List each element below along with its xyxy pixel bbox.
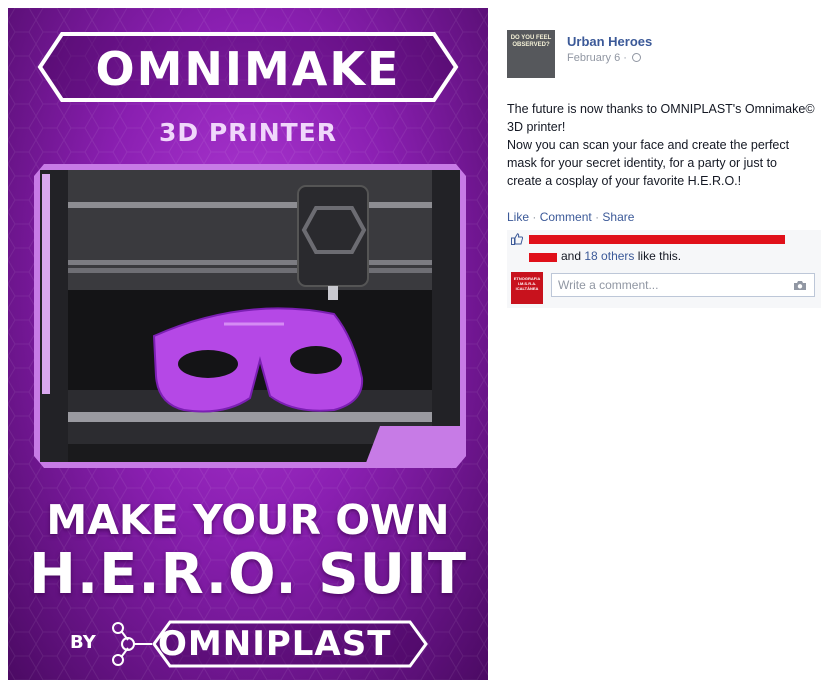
commenter-avatar-text: ETNOGRAFIA I.M.S.R.A. ICALTÀNEA — [513, 276, 541, 291]
by-label: BY — [70, 632, 96, 653]
like-thumb-icon — [511, 233, 523, 245]
post-body-line: Now you can scan your face and create th… — [507, 138, 790, 152]
share-link[interactable]: Share — [602, 210, 634, 224]
printer-illustration — [34, 164, 466, 468]
likes-comments-box: and 18 others like this. ETNOGRAFIA I.M.… — [507, 230, 821, 308]
poster-subtitle: 3D PRINTER — [158, 118, 338, 147]
page-avatar[interactable]: DO YOU FEEL OBSERVED? — [507, 30, 555, 78]
globe-icon — [631, 53, 641, 62]
comment-link[interactable]: Comment — [540, 210, 592, 224]
omniplast-logo: OMNIPLAST — [158, 624, 392, 664]
camera-icon[interactable] — [793, 280, 807, 291]
redacted-names — [529, 235, 785, 244]
omnimake-logo: OMNIMAKE — [95, 42, 401, 96]
post-date-text: February 6 · — [567, 52, 627, 64]
redacted-name — [529, 253, 557, 262]
post-actions: Like · Comment · Share — [507, 210, 634, 224]
likes-and: and — [561, 249, 582, 263]
poster-image[interactable]: OMNIMAKE 3D PRINTER MAKE YOUR OWN H.E.R.… — [8, 8, 488, 680]
post-body: The future is now thanks to OMNIPLAST's … — [507, 100, 823, 190]
post-body-line: 3D printer! — [507, 120, 566, 134]
likes-suffix: like this. — [637, 249, 682, 263]
action-separator: · — [532, 210, 537, 224]
post-date[interactable]: February 6 · — [567, 52, 641, 64]
avatar-caption: DO YOU FEEL OBSERVED? — [510, 35, 552, 48]
post-body-line: create a cosplay of your favorite H.E.R.… — [507, 174, 742, 188]
others-link[interactable]: 18 others — [584, 249, 634, 263]
comment-input[interactable] — [551, 273, 815, 297]
page-name-link[interactable]: Urban Heroes — [567, 34, 652, 49]
commenter-avatar[interactable]: ETNOGRAFIA I.M.S.R.A. ICALTÀNEA — [511, 272, 543, 304]
headline-line1: MAKE YOUR OWN — [46, 496, 450, 544]
likes-summary: and 18 others like this. — [561, 249, 681, 263]
post-body-line: The future is now thanks to OMNIPLAST's … — [507, 102, 815, 116]
headline-line2: H.E.R.O. SUIT — [28, 542, 468, 607]
action-separator: · — [595, 210, 600, 224]
like-link[interactable]: Like — [507, 210, 529, 224]
post-body-line: mask for your secret identity, for a par… — [507, 156, 778, 170]
